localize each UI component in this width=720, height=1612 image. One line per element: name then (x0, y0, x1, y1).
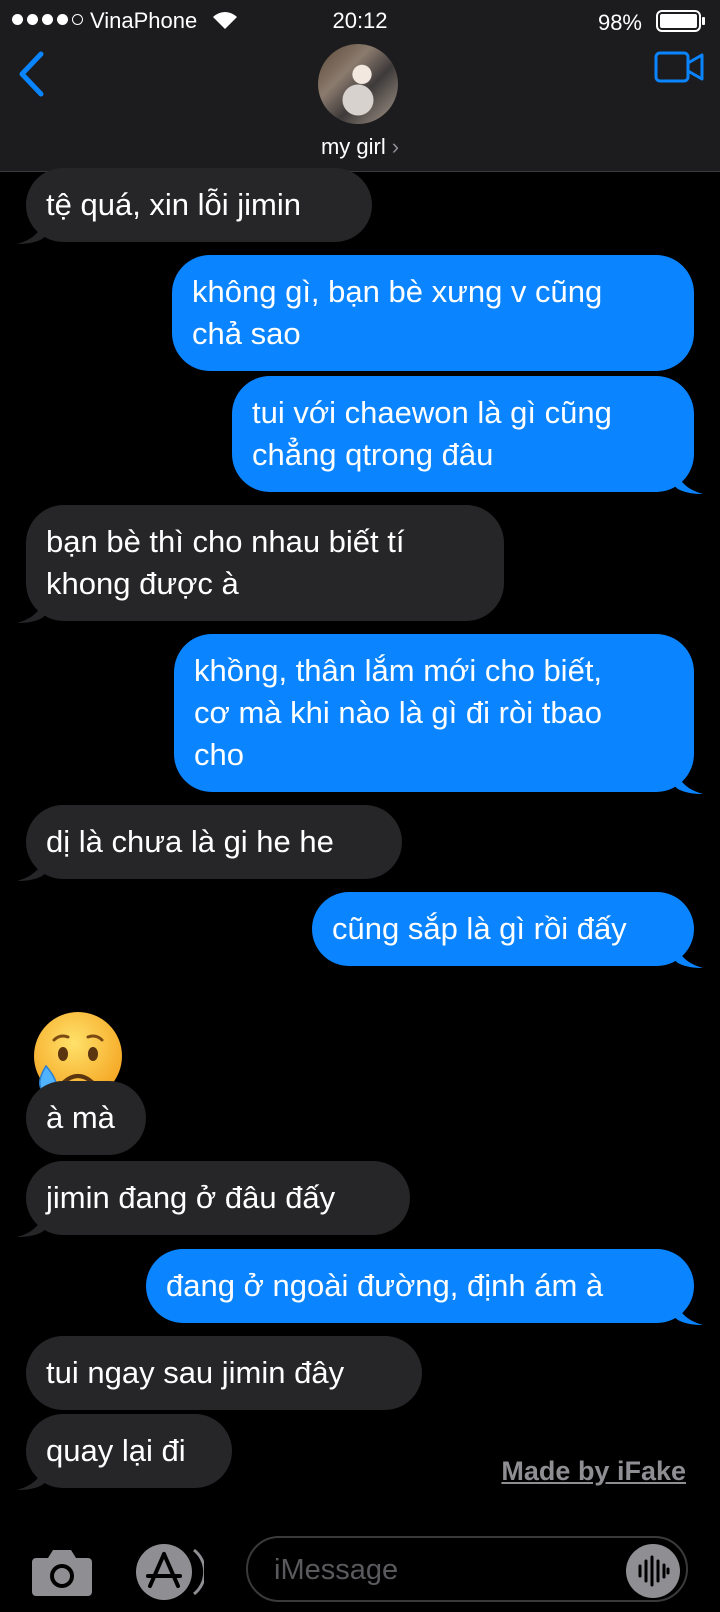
received-message[interactable]: à mà (26, 1081, 146, 1155)
received-message[interactable]: tệ quá, xin lỗi jimin (17, 168, 372, 244)
received-message[interactable]: tui ngay sau jimin đây (26, 1336, 422, 1410)
chevron-right-icon: › (391, 134, 400, 159)
message-input[interactable] (272, 1546, 606, 1594)
imessage-field[interactable] (246, 1536, 688, 1602)
sent-message[interactable]: khồng, thân lắm mới cho biết, cơ mà khi … (174, 634, 703, 794)
app-store-icon[interactable] (134, 1542, 204, 1602)
sent-message[interactable]: không gì, bạn bè xưng v cũng chả sao (172, 255, 694, 371)
received-message[interactable]: dị là chưa là gi he he (17, 805, 402, 881)
received-message[interactable]: quay lại đi (17, 1414, 232, 1490)
sent-message[interactable]: cũng sắp là gì rồi đấy (312, 892, 703, 968)
camera-icon[interactable] (30, 1546, 94, 1598)
status-bar: VinaPhone 20:12 98% (0, 0, 720, 42)
received-message[interactable]: jimin đang ở đâu đấy (17, 1161, 410, 1237)
received-message[interactable]: bạn bè thì cho nhau biết tí khong được à (17, 505, 504, 623)
battery-icon (656, 10, 705, 32)
sent-message[interactable]: tui với chaewon là gì cũng chẳng qtrong … (232, 376, 703, 494)
chevron-left-icon[interactable] (14, 50, 48, 98)
audio-waveform-icon[interactable] (626, 1544, 680, 1598)
contact-name[interactable]: my girl › (0, 134, 720, 160)
contact-avatar[interactable] (318, 44, 398, 124)
battery-percentage: 98% (597, 10, 642, 35)
watermark: Made by iFake (501, 1456, 686, 1486)
video-camera-icon[interactable] (654, 50, 704, 84)
message-input-bar (0, 1526, 720, 1612)
sent-message[interactable]: đang ở ngoài đường, định ám à (146, 1249, 703, 1325)
